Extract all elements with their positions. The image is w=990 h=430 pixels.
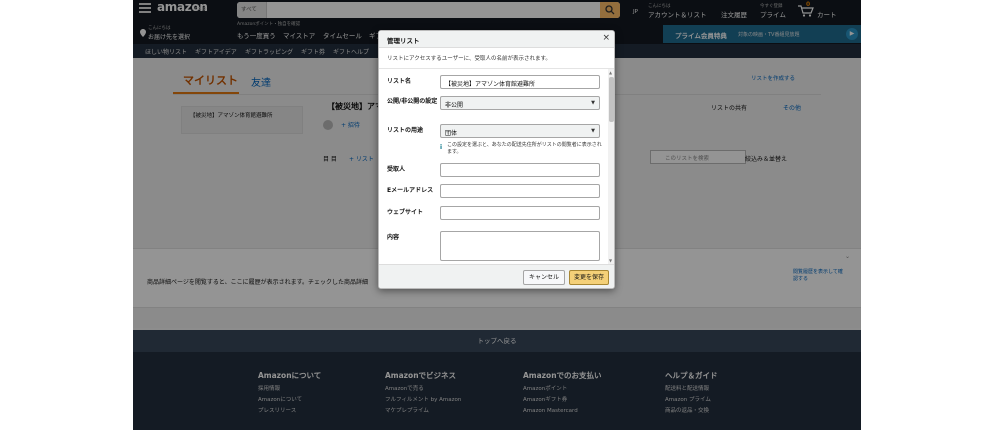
purpose-label: リストの用途 <box>387 127 424 134</box>
modal-divider <box>379 68 614 69</box>
chevron-down-icon: ▼ <box>591 100 595 106</box>
visibility-label: 公開/非公開の設定 <box>387 98 438 105</box>
modal-scrollbar[interactable]: ▲ ▼ <box>608 69 614 264</box>
content-label: 内容 <box>387 234 400 241</box>
scrollbar-thumb[interactable] <box>609 77 614 122</box>
visibility-select[interactable]: 非公開 ▼ <box>440 96 600 110</box>
close-icon[interactable]: × <box>602 33 610 43</box>
cancel-button[interactable]: キャンセル <box>523 270 565 285</box>
modal-header: 管理リスト × <box>379 31 614 48</box>
email-label: Eメールアドレス <box>387 187 434 194</box>
recipient-input[interactable] <box>440 163 600 177</box>
info-icon: i <box>440 144 443 151</box>
visibility-value: 非公開 <box>445 102 464 109</box>
purpose-note: この設定を選ぶと、あなたの配送先住所がリストの閲覧者に表示されます。 <box>447 142 602 155</box>
content-textarea[interactable] <box>440 231 600 261</box>
recipient-label: 受取人 <box>387 166 406 173</box>
website-label: ウェブサイト <box>387 209 424 216</box>
browser-viewport: amazon .co.jp こんにちは お届け先を選択 すべて Amazonポイ… <box>133 0 861 430</box>
list-name-label: リスト名 <box>387 78 412 85</box>
modal-footer: キャンセル 変更を保存 <box>379 264 614 288</box>
purpose-select[interactable]: 団体 ▼ <box>440 124 600 138</box>
scroll-down-icon[interactable]: ▼ <box>609 258 612 263</box>
purpose-value: 団体 <box>445 130 458 137</box>
website-input[interactable] <box>440 206 600 220</box>
list-name-input[interactable] <box>440 75 600 89</box>
chevron-down-icon: ▼ <box>591 128 595 134</box>
modal-title: 管理リスト <box>387 37 420 45</box>
modal-description: リストにアクセスするユーザーに、受取人の名前が表示されます。 <box>387 56 551 62</box>
save-changes-button[interactable]: 変更を保存 <box>569 270 609 285</box>
email-input[interactable] <box>440 184 600 198</box>
manage-list-modal: 管理リスト × リストにアクセスするユーザーに、受取人の名前が表示されます。 リ… <box>378 30 615 289</box>
scroll-up-icon[interactable]: ▲ <box>609 70 612 75</box>
